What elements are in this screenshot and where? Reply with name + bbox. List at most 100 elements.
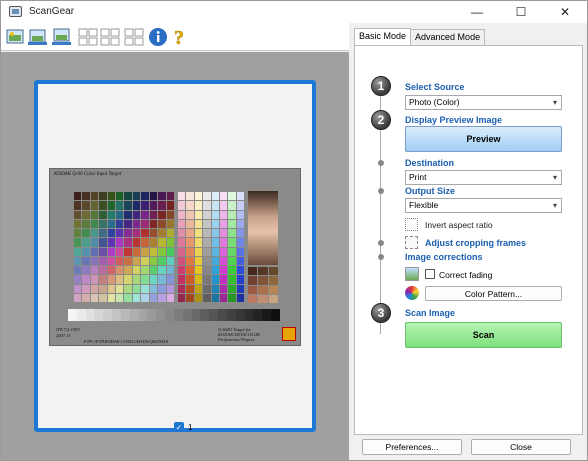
color-ramp-patch xyxy=(178,284,186,293)
color-patch xyxy=(99,256,107,265)
thumbnail-view-icon[interactable] xyxy=(27,26,49,48)
chevron-down-icon: ▾ xyxy=(552,173,557,182)
color-patch xyxy=(99,266,107,275)
color-ramp-patch xyxy=(178,238,186,247)
color-patch xyxy=(141,256,149,265)
color-patch xyxy=(107,210,116,219)
gray-step-patch xyxy=(94,309,104,321)
invert-aspect-ratio-label[interactable]: Invert aspect ratio xyxy=(425,220,493,230)
color-patch xyxy=(82,229,90,238)
close-button[interactable]: Close xyxy=(471,439,571,455)
select-all-frames-icon[interactable] xyxy=(77,26,99,48)
target-footer-left: IT8.7/2-1993 2007:11 FTP://FTP.KODAK.COM… xyxy=(56,327,168,345)
color-pattern-button[interactable]: Color Pattern... xyxy=(425,286,562,301)
chevron-down-icon: ▾ xyxy=(552,201,557,210)
color-patch xyxy=(124,275,132,284)
gray-step-patch xyxy=(76,309,86,321)
whole-image-view-icon[interactable] xyxy=(51,26,73,48)
color-patch xyxy=(158,201,166,210)
color-ramp-patch xyxy=(219,256,228,265)
color-ramp-patch xyxy=(236,266,244,275)
color-patch xyxy=(90,247,99,256)
color-patch xyxy=(116,238,124,247)
skin-tone-patch xyxy=(258,294,268,303)
color-ramp-patch xyxy=(228,210,236,219)
minimize-button[interactable]: — xyxy=(455,1,499,23)
color-patch xyxy=(132,256,141,265)
help-icon[interactable]: ? xyxy=(169,26,191,48)
preferences-button[interactable]: Preferences... xyxy=(362,439,462,455)
color-patch xyxy=(149,192,158,201)
gray-step-patch xyxy=(156,309,166,321)
color-ramp-patch xyxy=(194,238,203,247)
multi-crop-icon[interactable] xyxy=(99,26,121,48)
scanned-color-target-image: KODAK Q-60 Color Input Target IT8.7/2-19… xyxy=(49,168,301,346)
correct-fading-label[interactable]: Correct fading xyxy=(439,270,492,280)
page-select[interactable]: ✓ 1 xyxy=(174,422,192,432)
clear-frames-icon[interactable] xyxy=(123,26,145,48)
gray-step-patch xyxy=(112,309,121,321)
color-ramp-patch xyxy=(178,201,186,210)
color-ramp-patch xyxy=(178,229,186,238)
scangear-window: ScanGear — ☐ ✕ ? KODAK Q-60 Color Input … xyxy=(0,0,588,461)
scan-preview-frame[interactable]: KODAK Q-60 Color Input Target IT8.7/2-19… xyxy=(34,80,316,432)
scan-button[interactable]: Scan xyxy=(405,322,562,348)
grayscale-strip xyxy=(68,309,280,321)
gray-step-patch xyxy=(271,309,280,321)
color-patch xyxy=(82,219,90,228)
tab-basic-mode[interactable]: Basic Mode xyxy=(354,28,412,45)
color-ramp-patch xyxy=(211,238,219,247)
color-ramp-patch xyxy=(219,229,228,238)
color-patch xyxy=(90,219,99,228)
color-ramp-patch xyxy=(194,247,203,256)
color-patch xyxy=(158,219,166,228)
adjust-cropping-frames-link[interactable]: Adjust cropping frames xyxy=(425,238,526,248)
color-patch xyxy=(141,210,149,219)
color-patch xyxy=(132,201,141,210)
info-icon[interactable] xyxy=(147,26,169,48)
color-patch xyxy=(158,284,166,293)
color-patch xyxy=(149,201,158,210)
color-ramp-patch xyxy=(228,219,236,228)
color-patch xyxy=(99,192,107,201)
color-patch-grid xyxy=(74,192,174,302)
color-patch xyxy=(116,210,124,219)
color-patch xyxy=(149,238,158,247)
crop-frame-icon[interactable] xyxy=(405,236,418,249)
color-patch xyxy=(82,275,90,284)
color-ramp-patch xyxy=(203,266,211,275)
close-window-button[interactable]: ✕ xyxy=(543,1,587,23)
target-header-text: KODAK Q-60 Color Input Target xyxy=(54,172,122,177)
color-ramp-patch xyxy=(186,201,194,210)
color-patch xyxy=(90,238,99,247)
color-ramp-patch xyxy=(186,275,194,284)
output-size-label: Output Size xyxy=(405,186,455,196)
color-patch xyxy=(124,219,132,228)
color-patch xyxy=(82,238,90,247)
color-patch xyxy=(90,266,99,275)
tab-advanced-mode[interactable]: Advanced Mode xyxy=(410,29,486,45)
step-dot xyxy=(378,160,384,166)
color-patch xyxy=(124,229,132,238)
preview-image-icon[interactable] xyxy=(5,26,27,48)
color-patch xyxy=(141,247,149,256)
color-ramp-patch xyxy=(203,201,211,210)
source-select[interactable]: Photo (Color) ▾ xyxy=(405,95,562,110)
color-ramp-patch xyxy=(203,275,211,284)
color-patch xyxy=(99,238,107,247)
color-patch xyxy=(141,293,149,302)
color-patch xyxy=(149,219,158,228)
preview-area[interactable]: KODAK Q-60 Color Input Target IT8.7/2-19… xyxy=(1,52,349,460)
basic-mode-pane: 1 Select Source Photo (Color) ▾ 2 Displa… xyxy=(354,45,583,435)
preview-button[interactable]: Preview xyxy=(405,126,562,152)
destination-select[interactable]: Print ▾ xyxy=(405,170,562,185)
correct-fading-checkbox[interactable] xyxy=(425,269,435,279)
color-ramp-patch xyxy=(236,192,244,201)
maximize-button[interactable]: ☐ xyxy=(499,1,543,23)
page-checkbox[interactable]: ✓ xyxy=(174,422,184,432)
color-ramp-patch xyxy=(219,284,228,293)
invert-aspect-ratio-icon[interactable] xyxy=(405,218,418,231)
output-size-select[interactable]: Flexible ▾ xyxy=(405,198,562,213)
color-patch xyxy=(107,247,116,256)
color-patch xyxy=(166,210,174,219)
